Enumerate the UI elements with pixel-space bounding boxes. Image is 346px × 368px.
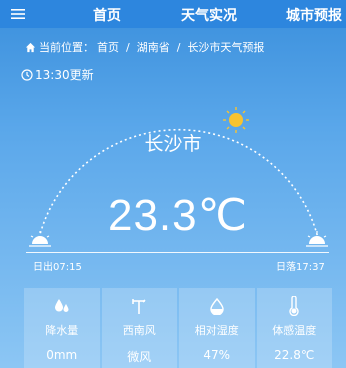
precipitation-card: 降水量 0mm xyxy=(24,288,100,368)
weather-detail-cards: 降水量 0mm 西南风 微风 相对湿度 47% 体感温度 22.8℃ xyxy=(24,288,332,368)
card-label: 降水量 xyxy=(45,324,79,337)
sunset-time: 日落17:37 xyxy=(276,262,325,273)
card-value: 47% xyxy=(203,348,231,362)
card-label: 西南风 xyxy=(122,324,156,337)
current-temperature: 23.3℃ xyxy=(107,191,249,240)
horizon-line xyxy=(26,252,329,253)
wind-vane-icon xyxy=(129,296,149,316)
humidity-drop-icon xyxy=(207,296,227,316)
sunrise-time: 日出07:15 xyxy=(33,262,82,273)
card-value: 0mm xyxy=(46,348,78,362)
card-value: 22.8℃ xyxy=(274,348,315,362)
humidity-card: 相对湿度 47% xyxy=(179,288,255,368)
feels-like-card: 体感温度 22.8℃ xyxy=(256,288,332,368)
thermometer-icon xyxy=(284,296,304,316)
raindrops-icon xyxy=(52,296,72,316)
wind-card: 西南风 微风 xyxy=(101,288,177,368)
card-label: 体感温度 xyxy=(272,324,317,337)
city-name: 长沙市 xyxy=(144,133,202,155)
card-label: 相对湿度 xyxy=(194,324,239,337)
card-value: 微风 xyxy=(127,350,152,364)
